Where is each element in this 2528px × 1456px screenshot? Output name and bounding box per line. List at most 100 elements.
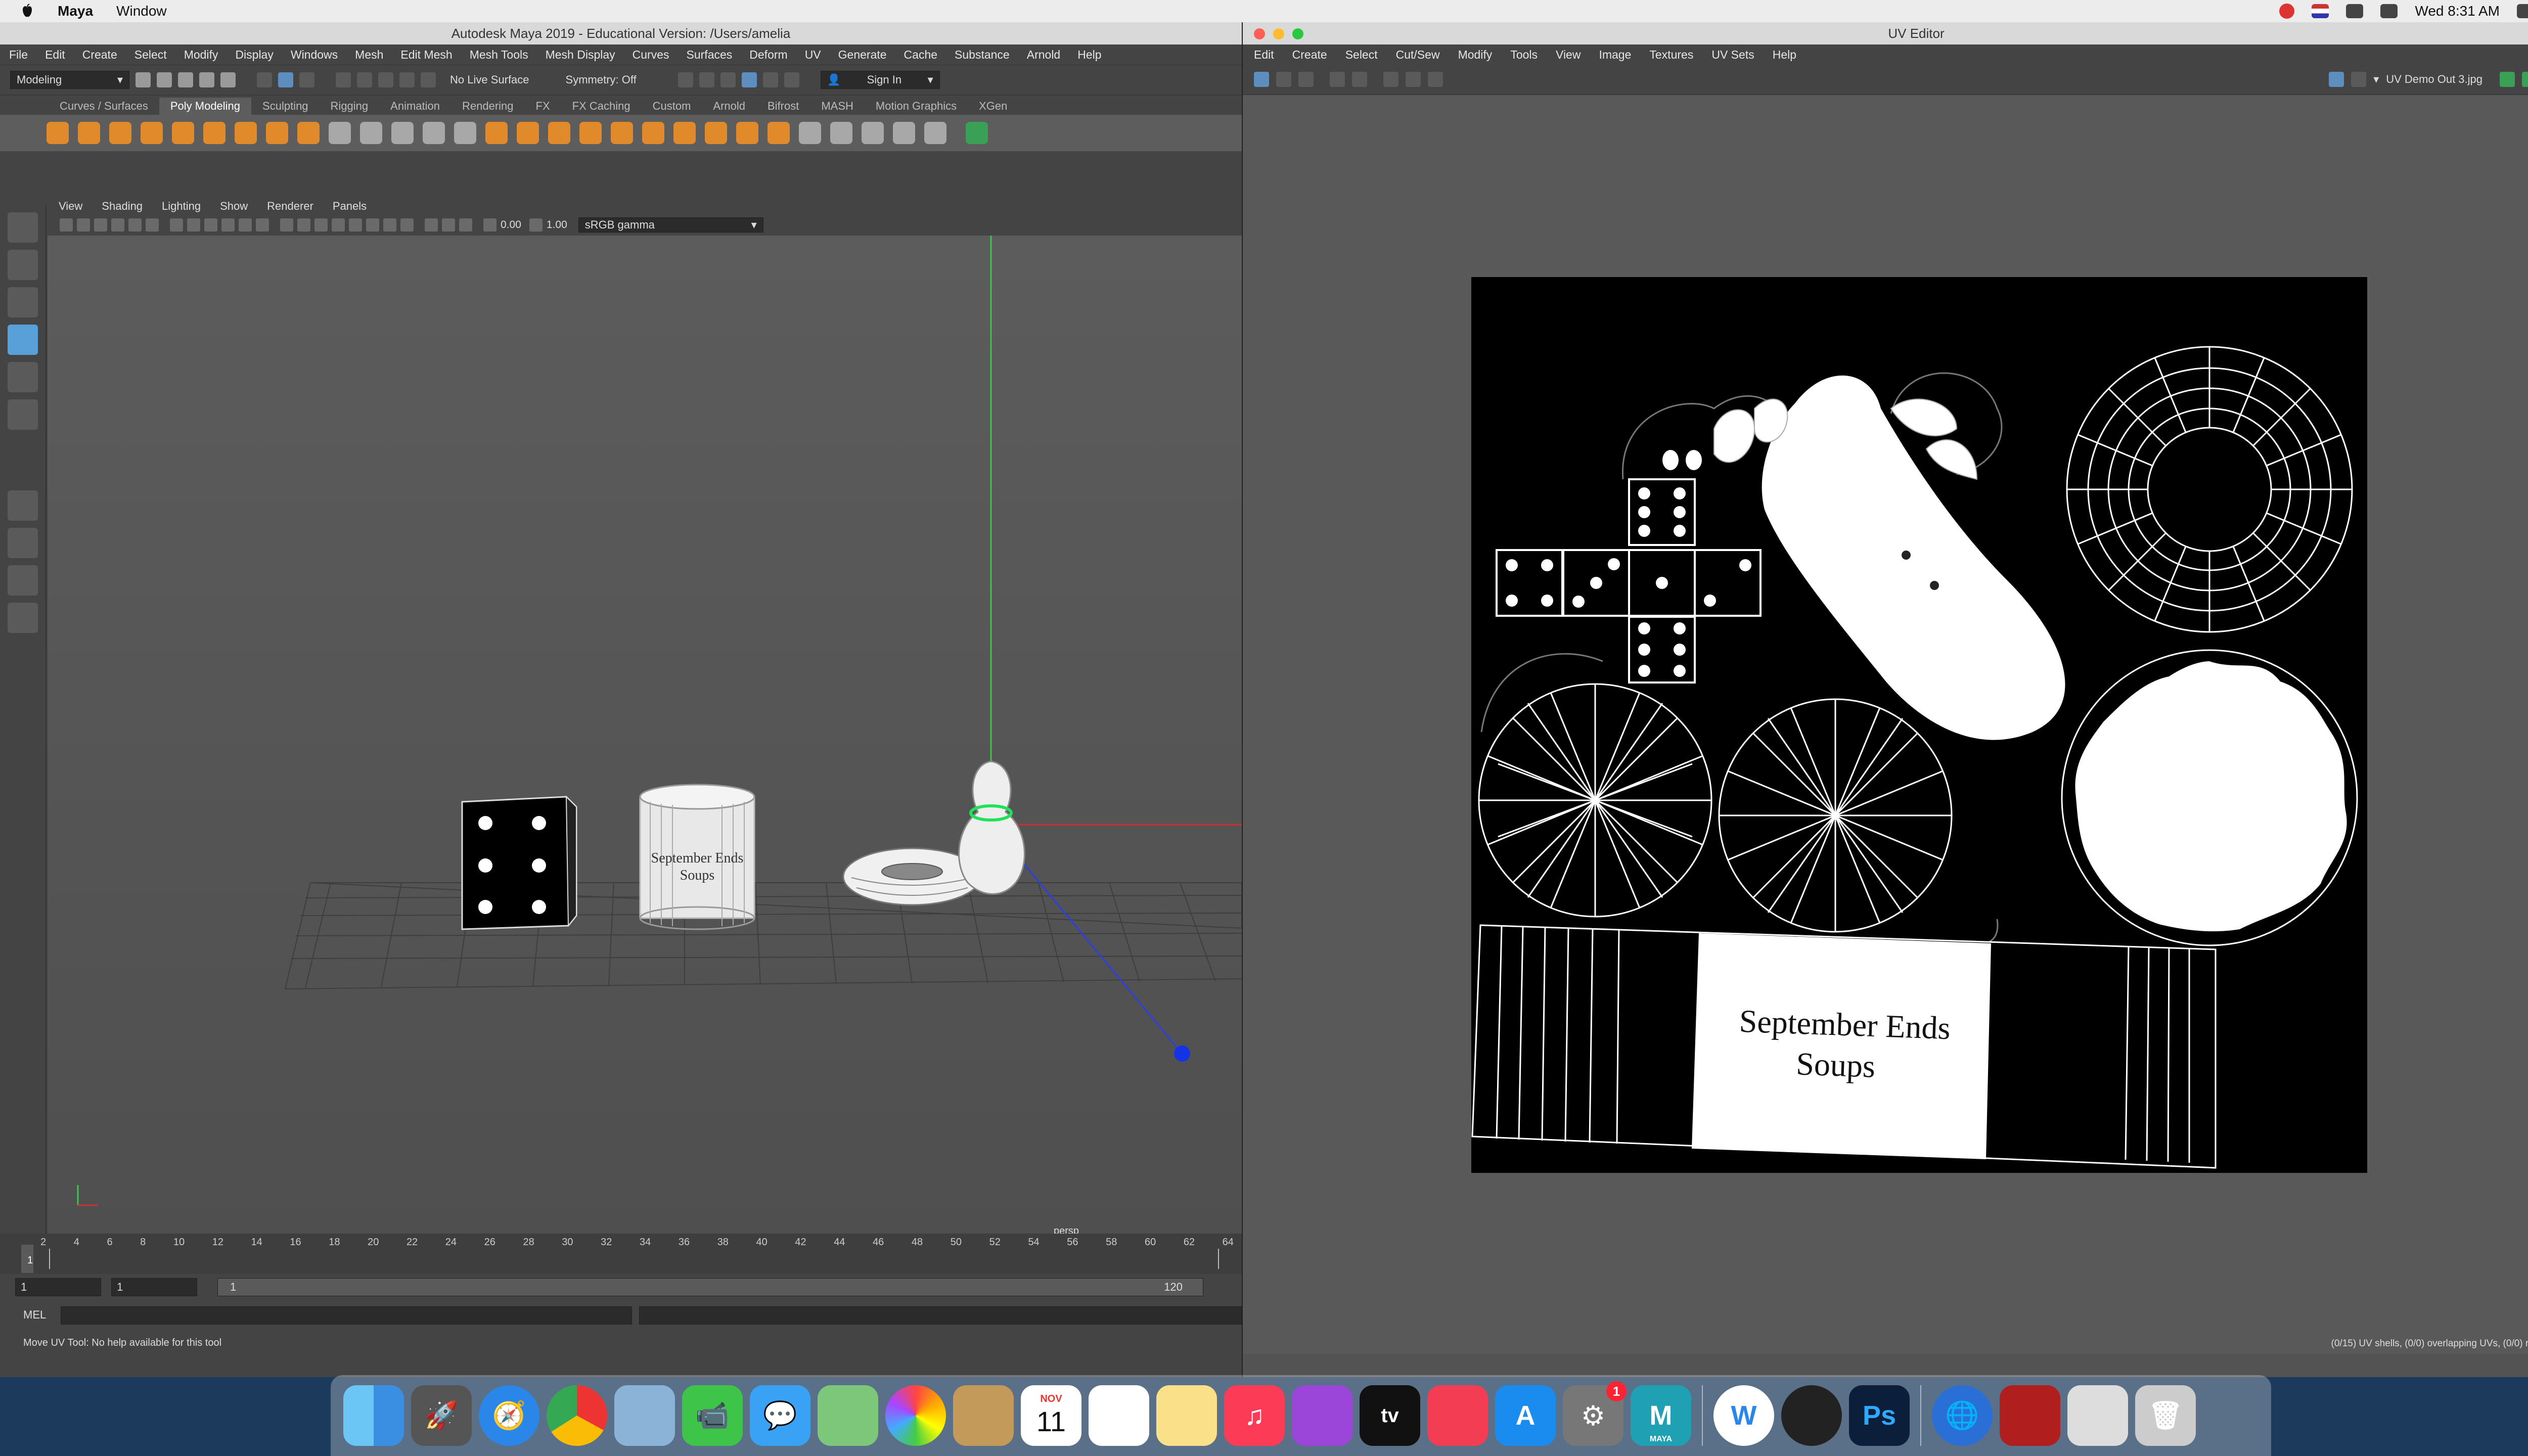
viewport-menu-lighting[interactable]: Lighting <box>162 200 201 213</box>
sign-in-button[interactable]: 👤 Sign In ▾ <box>820 71 940 89</box>
shelf-tab-fx[interactable]: FX <box>525 98 561 115</box>
viewport-menu-panels[interactable]: Panels <box>333 200 367 213</box>
scale-tool-icon[interactable] <box>8 399 38 430</box>
poly-disc-icon[interactable] <box>235 122 257 144</box>
uv-editor-canvas[interactable]: September Ends Soups (0/15) UV shells, (… <box>1243 95 2528 1354</box>
maya-menu-modify[interactable]: Modify <box>184 48 218 62</box>
ipr-render-icon[interactable] <box>720 72 736 87</box>
make-live-icon[interactable] <box>421 72 436 87</box>
viewport-menu-show[interactable]: Show <box>220 200 248 213</box>
gate-mask-icon[interactable] <box>221 218 235 232</box>
maya-menu-display[interactable]: Display <box>235 48 273 62</box>
spotlight-search-icon[interactable] <box>2517 4 2528 18</box>
gamma-value[interactable]: 1.00 <box>547 219 567 231</box>
viewport-canvas[interactable]: September Ends Soups persp <box>48 236 1242 1237</box>
platonic-solid-icon[interactable] <box>266 122 288 144</box>
gitkraken-icon[interactable] <box>1781 1385 1842 1446</box>
uv-shell-can-cap-left[interactable] <box>1478 683 1712 918</box>
shelf-tab-xgen[interactable]: XGen <box>968 98 1018 115</box>
outliner-icon[interactable] <box>8 603 38 633</box>
wifi-icon[interactable] <box>2346 4 2364 18</box>
boolean-union-icon[interactable] <box>485 122 508 144</box>
wedge-icon[interactable] <box>736 122 758 144</box>
open-scene-icon[interactable] <box>157 72 172 87</box>
launchpad-rocket-icon[interactable]: 🚀 <box>411 1385 472 1446</box>
shelf-tab-arnold[interactable]: Arnold <box>702 98 756 115</box>
ambient-occlusion-icon[interactable] <box>383 218 396 232</box>
uv-menu-textures[interactable]: Textures <box>1649 48 1693 62</box>
contacts-icon[interactable] <box>953 1385 1014 1446</box>
poly-cylinder-icon[interactable] <box>109 122 131 144</box>
poly-plane-icon[interactable] <box>203 122 225 144</box>
mirror-icon[interactable] <box>673 122 696 144</box>
uv-grid-icon[interactable] <box>1330 72 1345 87</box>
die-model[interactable] <box>461 795 577 930</box>
menu-window[interactable]: Window <box>116 3 167 19</box>
select-component-icon[interactable] <box>299 72 314 87</box>
time-slider[interactable]: 2 4 6 8 10 12 14 16 18 20 22 24 26 28 30… <box>0 1234 1242 1274</box>
lasso-tool-icon[interactable] <box>8 250 38 280</box>
uv-shell-select-icon[interactable] <box>1254 72 1269 87</box>
safari-compass-icon[interactable]: 🧭 <box>479 1385 539 1446</box>
film-gate-icon[interactable] <box>187 218 200 232</box>
anti-aliasing-icon[interactable] <box>400 218 414 232</box>
shadows-icon[interactable] <box>366 218 379 232</box>
messages-icon[interactable]: 💬 <box>750 1385 810 1446</box>
shelf-tab-mash[interactable]: MASH <box>810 98 865 115</box>
itunes-music-icon[interactable]: ♫ <box>1224 1385 1285 1446</box>
arnold-render-view-icon[interactable] <box>784 72 799 87</box>
uv-menu-select[interactable]: Select <box>1345 48 1378 62</box>
uv-snapshot-icon[interactable] <box>1406 72 1421 87</box>
snap-curve-icon[interactable] <box>357 72 372 87</box>
move-tool-icon[interactable] <box>8 325 38 355</box>
maya-menu-cache[interactable]: Cache <box>904 48 937 62</box>
checker-tiling-icon[interactable] <box>2351 72 2367 87</box>
uv-texture-image[interactable]: September Ends Soups <box>1471 277 2367 1173</box>
uv-shell-torus-bottom[interactable] <box>2061 649 2358 946</box>
uv-shading-icon[interactable] <box>2522 72 2528 87</box>
shelf-tab-fx-caching[interactable]: FX Caching <box>561 98 642 115</box>
finder-icon[interactable] <box>343 1385 404 1446</box>
connect-icon[interactable] <box>924 122 946 144</box>
four-view-layout-icon[interactable] <box>8 528 38 558</box>
network-globe-icon[interactable]: 🌐 <box>1932 1385 1993 1446</box>
maya-menu-curves[interactable]: Curves <box>633 48 669 62</box>
select-camera-icon[interactable] <box>60 218 73 232</box>
pdf-documents-icon[interactable] <box>2000 1385 2060 1446</box>
app-menu-maya[interactable]: Maya <box>58 3 93 19</box>
gamma-icon[interactable] <box>529 218 543 232</box>
smooth-shade-icon[interactable] <box>297 218 310 232</box>
minimize-window-button[interactable] <box>1273 28 1284 39</box>
bridge-icon[interactable] <box>548 122 570 144</box>
shelf-tab-curves-surfaces[interactable]: Curves / Surfaces <box>49 98 159 115</box>
poly-cube-icon[interactable] <box>78 122 100 144</box>
single-perspective-layout-icon[interactable] <box>8 490 38 521</box>
maps-icon[interactable] <box>818 1385 878 1446</box>
use-all-lights-icon[interactable] <box>349 218 362 232</box>
rotate-tool-icon[interactable] <box>8 362 38 392</box>
uv-image-display-icon[interactable] <box>1428 72 1443 87</box>
uv-shell-can-cap-right[interactable] <box>1718 698 1953 933</box>
photos-icon[interactable] <box>885 1385 946 1446</box>
camera-attributes-icon[interactable] <box>77 218 90 232</box>
shelf-tab-bifrost[interactable]: Bifrost <box>756 98 810 115</box>
outliner-layout-icon[interactable] <box>8 565 38 596</box>
undo-icon[interactable] <box>199 72 214 87</box>
uv-layout[interactable]: September Ends Soups <box>1471 277 2367 1173</box>
notes-icon[interactable] <box>1156 1385 1217 1446</box>
uv-menu-image[interactable]: Image <box>1599 48 1631 62</box>
uv-menu-cut-sew[interactable]: Cut/Sew <box>1396 48 1440 62</box>
maya-menu-select[interactable]: Select <box>134 48 167 62</box>
select-hierarchy-icon[interactable] <box>257 72 272 87</box>
insert-edge-loop-icon[interactable] <box>862 122 884 144</box>
reminders-icon[interactable] <box>1089 1385 1149 1446</box>
maya-menu-create[interactable]: Create <box>82 48 117 62</box>
select-object-icon[interactable] <box>278 72 293 87</box>
xray-icon[interactable] <box>442 218 455 232</box>
shelf-tab-custom[interactable]: Custom <box>642 98 702 115</box>
maya-app-icon[interactable]: M MAYA <box>1631 1385 1691 1446</box>
input-source-flag-icon[interactable] <box>2312 4 2329 18</box>
save-scene-icon[interactable] <box>178 72 193 87</box>
photoshop-icon[interactable]: Ps <box>1849 1385 1910 1446</box>
render-settings-icon[interactable] <box>741 72 757 87</box>
